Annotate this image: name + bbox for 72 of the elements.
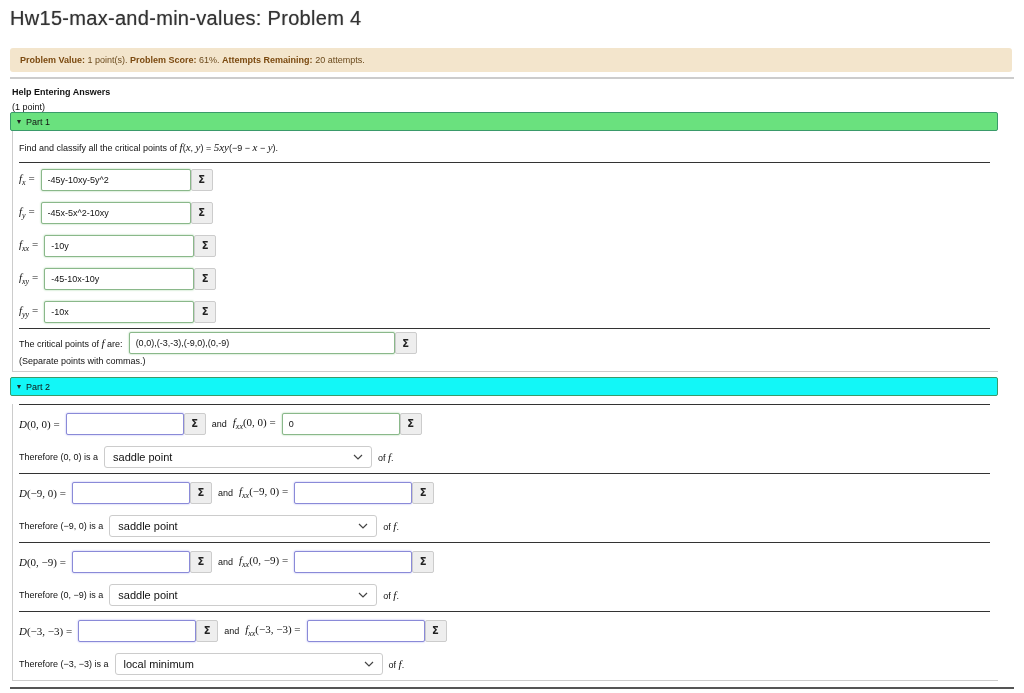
chevron-down-icon (353, 453, 364, 460)
points-text: (1 point) (12, 102, 47, 112)
equation-editor-button[interactable]: Σ (190, 201, 213, 224)
equation-editor-button[interactable]: Σ (190, 168, 213, 191)
question-text: Find and classify all the critical points of f(x, y) = 5xy(−9 − x − y). (19, 131, 990, 163)
equation-editor-button[interactable]: Σ (194, 267, 217, 290)
math-label: f$_{xy}$ = (19, 270, 39, 287)
chevron-down-icon (363, 660, 374, 667)
suffix-text: of f. (383, 588, 399, 601)
math-label: f$_{xx}$(0, −9) = (238, 553, 289, 570)
hint-text: (Separate points with commas.) (19, 355, 147, 368)
math-label: f$_{xx}$(0, 0) = (232, 415, 276, 432)
math-label: f$_{x}$ = (19, 171, 35, 188)
classification-dropdown[interactable]: saddle point (109, 583, 378, 606)
answer-field[interactable] (65, 412, 184, 435)
suffix-text: of f. (383, 519, 399, 532)
classification-dropdown[interactable]: saddle point (109, 514, 378, 537)
answer-field[interactable] (78, 619, 197, 642)
equation-editor-button[interactable]: Σ (424, 619, 447, 642)
math-label: f$_{xx}$(−3, −3) = (245, 622, 301, 639)
part-header[interactable]: Part 1 (10, 112, 998, 131)
equation-editor-button[interactable]: Σ (399, 412, 422, 435)
therefore-text: Therefore (−3, −3) is a (19, 658, 109, 669)
suffix-text: of f. (378, 450, 394, 463)
math-label: D(−9, 0) = (19, 486, 66, 499)
math-label: f$_{y}$ = (19, 204, 35, 221)
answer-field[interactable]: -45x-5x^2-10xy (40, 201, 191, 224)
classification-dropdown[interactable]: local minimum (114, 652, 383, 675)
and-text: and (217, 487, 233, 498)
math-label: f$_{xx}$ = (19, 237, 39, 254)
answer-field[interactable] (306, 619, 425, 642)
and-text: and (217, 556, 233, 567)
math-label: D(−3, −3) = (19, 624, 73, 637)
equation-editor-button[interactable]: Σ (194, 234, 217, 257)
math-label: D(0, 0) = (19, 417, 60, 430)
equation-editor-button[interactable]: Σ (194, 300, 217, 323)
equation-editor-button[interactable]: Σ (412, 550, 435, 573)
equation-editor-button[interactable]: Σ (394, 332, 417, 354)
and-text: and (224, 625, 240, 636)
chevron-down-icon (358, 591, 369, 598)
help-link[interactable]: Help Entering Answers (12, 87, 111, 97)
suffix-text: of f. (388, 657, 405, 670)
therefore-text: Therefore (0, −9) is a (19, 589, 104, 600)
answer-field[interactable] (294, 481, 413, 504)
answer-field[interactable]: -10y (44, 234, 195, 257)
equation-editor-button[interactable]: Σ (196, 619, 219, 642)
answer-field[interactable] (71, 481, 190, 504)
math-label: The critical points of f are: (19, 337, 123, 349)
equation-editor-button[interactable]: Σ (412, 481, 435, 504)
problem-title: Hw15-max-and-min-values: Problem 4 (10, 6, 363, 31)
triangle-icon (17, 384, 21, 389)
answer-field[interactable] (294, 550, 413, 573)
answer-field[interactable]: -45-10x-10y (44, 267, 195, 290)
answer-field[interactable] (71, 550, 190, 573)
status-banner: Problem Value: 1 point(s). Problem Score: 61%. Attempts Remaining: 20 attempts. (10, 48, 1012, 72)
equation-editor-button[interactable]: Σ (189, 481, 212, 504)
answer-field[interactable]: -10x (44, 300, 195, 323)
equation-editor-button[interactable]: Σ (183, 412, 206, 435)
triangle-icon (17, 119, 21, 124)
answer-field[interactable]: 0 (281, 412, 400, 435)
chevron-down-icon (358, 522, 369, 529)
answer-field[interactable]: -45y-10xy-5y^2 (40, 168, 191, 191)
math-label: f$_{xx}$(−9, 0) = (238, 484, 289, 501)
math-label: D(0, −9) = (19, 555, 66, 568)
and-text: and (211, 418, 227, 429)
answer-field[interactable]: (0,0),(-3,-3),(-9,0),(0,-9) (128, 332, 395, 354)
math-label: f$_{yy}$ = (19, 303, 39, 320)
therefore-text: Therefore (−9, 0) is a (19, 520, 104, 531)
part-header[interactable]: Part 2 (10, 377, 998, 396)
equation-editor-button[interactable]: Σ (189, 550, 212, 573)
classification-dropdown[interactable]: saddle point (104, 445, 373, 468)
therefore-text: Therefore (0, 0) is a (19, 451, 99, 462)
